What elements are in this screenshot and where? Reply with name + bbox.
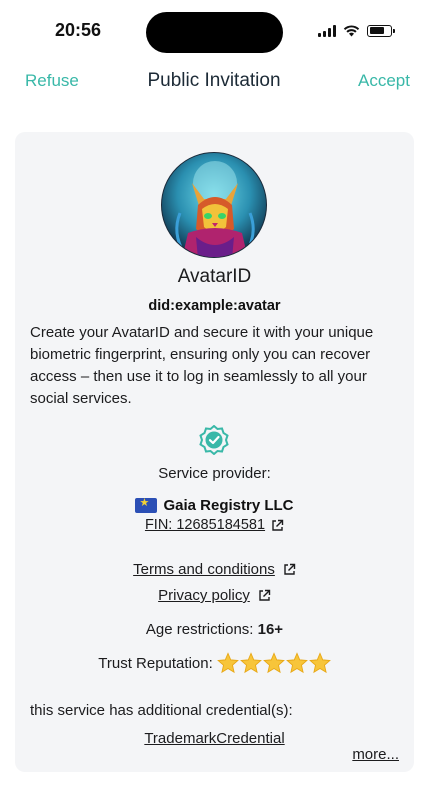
trust-label: Trust Reputation: — [98, 654, 213, 672]
age-restrictions: Age restrictions: 16+ — [15, 621, 414, 638]
status-time: 20:56 — [55, 20, 102, 40]
nav-bar: Refuse Public Invitation Accept — [0, 66, 428, 98]
provider-name-row: Gaia Registry LLC — [15, 496, 414, 514]
service-avatar — [161, 152, 267, 258]
fin-link[interactable]: FIN: 12685184581 — [15, 517, 414, 533]
credential-link[interactable]: TrademarkCredential — [144, 730, 284, 747]
service-did: did:example:avatar — [148, 298, 281, 314]
star-icon — [308, 652, 331, 674]
external-link-icon[interactable] — [258, 589, 271, 602]
terms-link[interactable]: Terms and conditions — [15, 561, 414, 578]
privacy-text[interactable]: Privacy policy — [158, 587, 250, 604]
battery-icon — [367, 24, 395, 37]
eu-flag-icon — [135, 496, 158, 513]
more-link[interactable]: more... — [352, 746, 399, 763]
provider-name: Gaia Registry LLC — [163, 497, 294, 514]
terms-text[interactable]: Terms and conditions — [133, 561, 275, 578]
dynamic-island — [146, 12, 283, 53]
accept-button[interactable]: Accept — [358, 71, 410, 91]
star-icon — [239, 652, 262, 674]
battery-level — [369, 27, 384, 34]
service-name: AvatarID — [177, 266, 252, 287]
provider-label: Service provider: — [158, 465, 271, 482]
verified-badge-icon — [199, 425, 229, 455]
additional-credentials-label: this service has additional credential(s… — [30, 702, 293, 719]
age-label: Age restrictions: — [145, 621, 254, 638]
fin-text[interactable]: FIN: 12685184581 — [145, 517, 265, 533]
privacy-link[interactable]: Privacy policy — [15, 587, 414, 604]
status-icons — [318, 24, 395, 37]
star-icon — [285, 652, 308, 674]
credential-item[interactable]: TrademarkCredential — [15, 730, 414, 747]
external-link-icon[interactable] — [271, 519, 284, 532]
more-text[interactable]: more... — [352, 746, 399, 763]
service-card: AvatarID did:example:avatar Create your … — [15, 132, 414, 772]
star-icon — [216, 652, 239, 674]
external-link-icon[interactable] — [283, 563, 296, 576]
trust-stars — [216, 652, 331, 674]
trust-reputation: Trust Reputation: — [15, 652, 414, 674]
cat-avatar-icon — [175, 161, 255, 257]
age-value: 16+ — [257, 621, 284, 638]
star-icon — [262, 652, 285, 674]
cellular-signal-icon — [318, 24, 336, 37]
wifi-icon — [343, 25, 360, 37]
status-bar: 20:56 — [0, 0, 428, 58]
service-description: Create your AvatarID and secure it with … — [30, 324, 374, 407]
